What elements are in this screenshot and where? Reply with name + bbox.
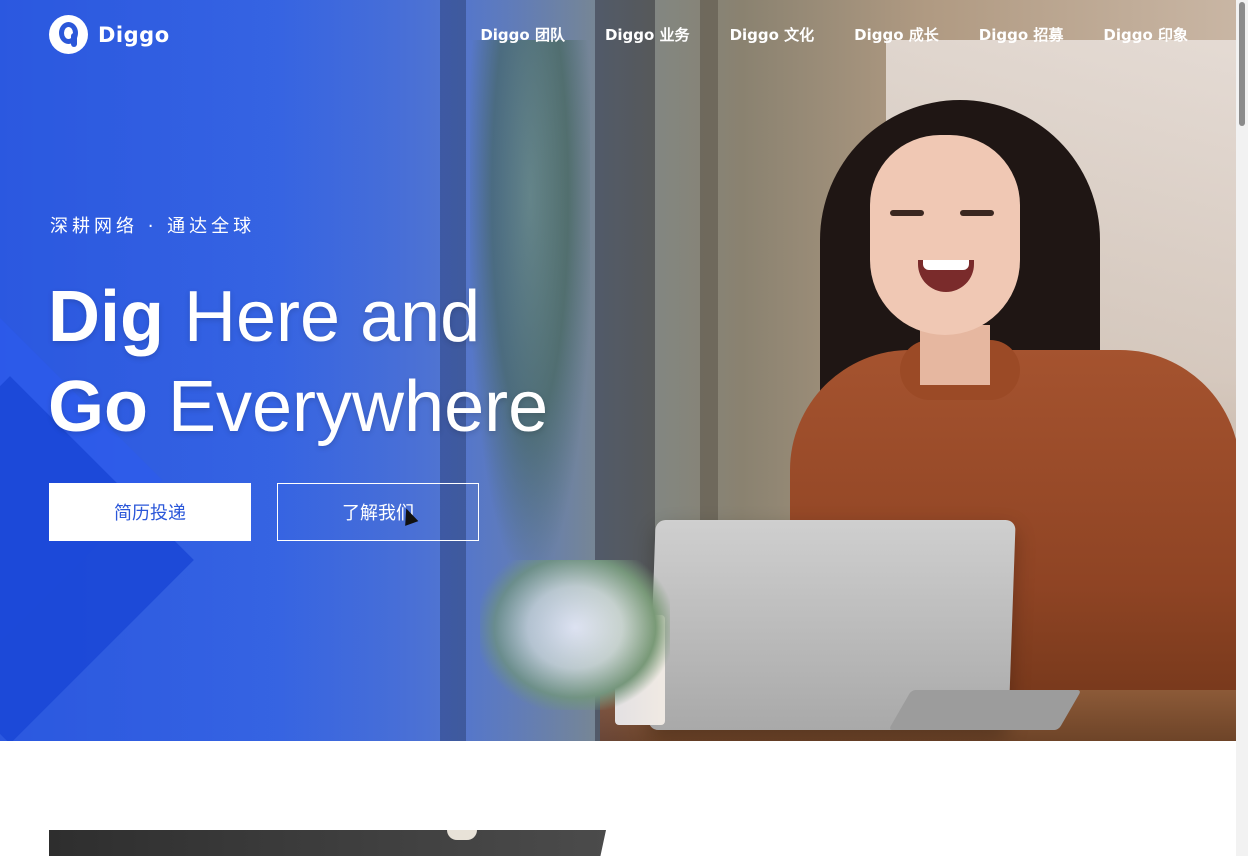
main-nav: Diggo 团队 Diggo 业务 Diggo 文化 Diggo 成长 Digg… bbox=[480, 24, 1188, 45]
scrollbar-thumb[interactable] bbox=[1239, 2, 1245, 126]
diggo-logo-icon bbox=[49, 15, 88, 54]
headline-line2-rest: Everywhere bbox=[147, 367, 549, 447]
nav-item-business[interactable]: Diggo 业务 bbox=[605, 24, 690, 45]
brand-name: Diggo bbox=[98, 22, 170, 47]
nav-item-team[interactable]: Diggo 团队 bbox=[480, 24, 565, 45]
hero-tagline: 深耕网络 · 通达全球 bbox=[50, 216, 256, 237]
hero-headline: Dig Here and Go Everywhere bbox=[48, 272, 548, 452]
nav-item-recruitment[interactable]: Diggo 招募 bbox=[979, 24, 1064, 45]
nav-item-impression[interactable]: Diggo 印象 bbox=[1103, 24, 1188, 45]
headline-line1-bold: Dig bbox=[48, 277, 164, 357]
laptop-keyboard bbox=[888, 690, 1082, 730]
brand-logo[interactable]: Diggo bbox=[49, 15, 170, 54]
page-scrollbar[interactable] bbox=[1236, 0, 1248, 856]
submit-resume-button[interactable]: 简历投递 bbox=[49, 483, 251, 541]
nav-item-culture[interactable]: Diggo 文化 bbox=[730, 24, 815, 45]
next-section-image bbox=[49, 830, 606, 856]
headline-line2-bold: Go bbox=[48, 367, 148, 447]
nav-item-growth[interactable]: Diggo 成长 bbox=[854, 24, 939, 45]
site-header: Diggo Diggo 团队 Diggo 业务 Diggo 文化 Diggo 成… bbox=[0, 0, 1236, 68]
headline-line1-rest: Here and bbox=[163, 277, 481, 357]
about-us-button[interactable]: 了解我们 bbox=[277, 483, 479, 541]
